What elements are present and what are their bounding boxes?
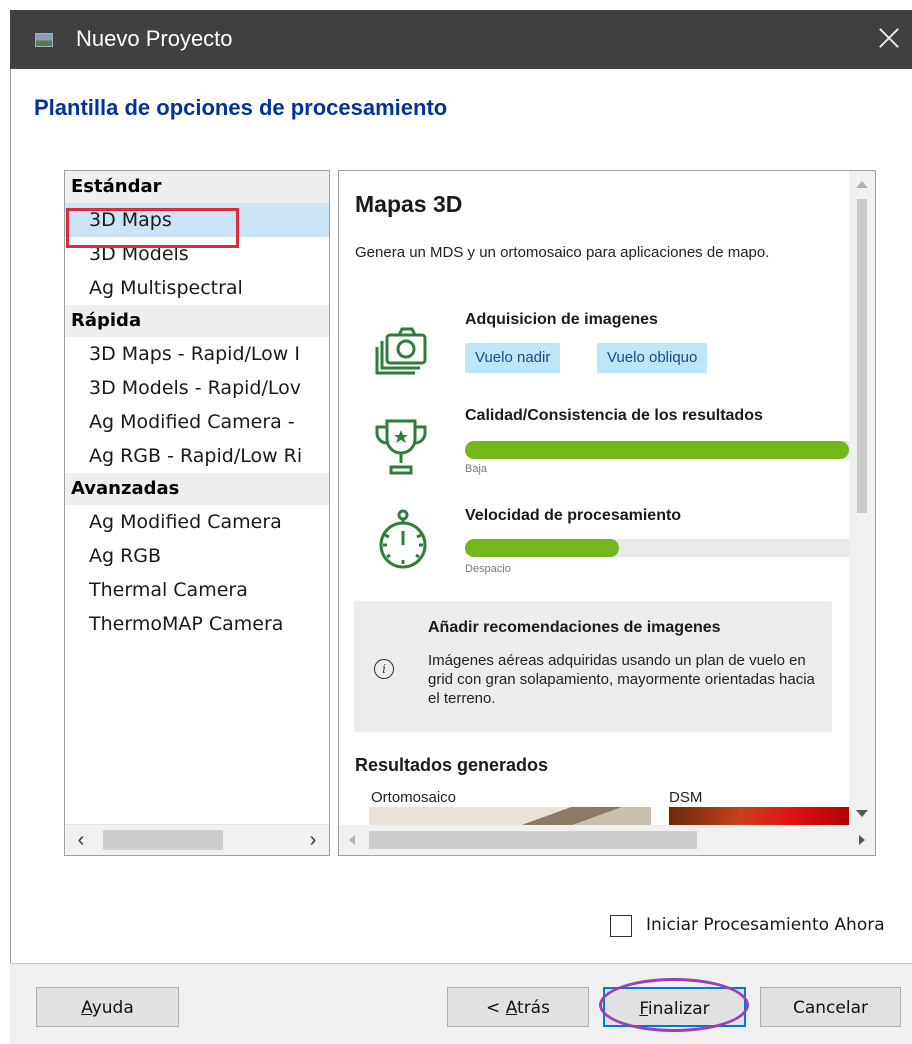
speed-bar-fill	[465, 539, 619, 557]
cancel-button[interactable]: Cancelar	[760, 987, 901, 1027]
camera-stack-icon	[375, 327, 427, 375]
template-list[interactable]: Estándar 3D Maps 3D Models Ag Multispect…	[64, 170, 330, 856]
tag-nadir-flight: Vuelo nadir	[465, 343, 561, 373]
list-item-thermal-camera[interactable]: Thermal Camera	[65, 573, 329, 607]
scrollbar-thumb[interactable]	[103, 830, 223, 850]
quality-caption: Baja	[465, 463, 488, 475]
finish-highlight-ring	[599, 978, 749, 1032]
scroll-right-icon[interactable]	[859, 835, 865, 845]
list-item-ag-modified-camera-rapid[interactable]: Ag Modified Camera -	[65, 405, 329, 439]
window-title: Nuevo Proyecto	[76, 26, 233, 51]
detail-title: Mapas 3D	[355, 191, 463, 217]
results-title: Resultados generados	[355, 755, 549, 775]
scroll-up-icon[interactable]	[856, 181, 868, 188]
list-item-ag-multispectral[interactable]: Ag Multispectral	[65, 271, 329, 305]
list-group-header: Avanzadas	[65, 473, 329, 505]
scroll-left-icon[interactable]: ‹	[71, 829, 91, 852]
quality-bar-fill	[465, 441, 849, 459]
detail-horizontal-scrollbar[interactable]	[339, 825, 875, 855]
quality-label: Calidad/Consistencia de los resultados	[465, 407, 763, 424]
title-bar: Nuevo Proyecto	[10, 10, 912, 69]
scrollbar-thumb[interactable]	[857, 199, 867, 513]
template-detail-panel: Mapas 3D Genera un MDS y un ortomosaico …	[338, 170, 876, 856]
dsm-thumbnail	[669, 807, 849, 827]
list-horizontal-scrollbar[interactable]: ‹ ›	[65, 824, 329, 855]
list-item-3d-maps-rapid[interactable]: 3D Maps - Rapid/Low I	[65, 337, 329, 371]
app-icon	[35, 33, 53, 47]
recommendation-text: Imágenes aéreas adquiridas usando un pla…	[428, 652, 815, 707]
result-label-orthomosaic: Ortomosaico	[371, 789, 457, 806]
list-group-header: Rápida	[65, 305, 329, 337]
list-item-3d-models-rapid[interactable]: 3D Models - Rapid/Lov	[65, 371, 329, 405]
speed-caption: Despacio	[465, 563, 511, 575]
recommendation-title: Añadir recomendaciones de imagenes	[428, 619, 721, 636]
page-title: Plantilla de opciones de procesamiento	[34, 95, 448, 120]
help-button[interactable]: Ayuda	[36, 987, 179, 1027]
tag-oblique-flight: Vuelo obliquo	[597, 343, 708, 373]
start-now-label[interactable]: Iniciar Procesamiento Ahora	[646, 915, 885, 935]
back-button[interactable]: < Atrás	[447, 987, 589, 1027]
orthomosaic-thumbnail	[369, 807, 651, 827]
detail-vertical-scrollbar[interactable]	[849, 171, 875, 825]
list-item-ag-rgb-rapid[interactable]: Ag RGB - Rapid/Low Ri	[65, 439, 329, 473]
list-item-ag-rgb[interactable]: Ag RGB	[65, 539, 329, 573]
quality-bar	[465, 441, 849, 459]
speed-bar	[465, 539, 849, 557]
list-group-header: Estándar	[65, 171, 329, 203]
speed-label: Velocidad de procesamiento	[465, 507, 682, 524]
acquisition-label: Adquisicion de imagenes	[465, 311, 658, 328]
start-now-checkbox[interactable]	[610, 915, 632, 937]
scrollbar-thumb[interactable]	[369, 831, 697, 849]
stopwatch-icon	[379, 509, 427, 569]
selection-highlight-box	[66, 208, 239, 248]
scroll-left-icon[interactable]	[349, 835, 355, 845]
info-icon: i	[374, 659, 394, 679]
result-label-dsm: DSM	[669, 789, 703, 806]
scroll-right-icon[interactable]: ›	[303, 829, 323, 852]
scroll-down-icon[interactable]	[856, 810, 868, 817]
recommendation-box: i Añadir recomendaciones de imagenes Imá…	[354, 601, 832, 732]
window-border	[10, 69, 11, 1044]
list-item-ag-modified-camera[interactable]: Ag Modified Camera	[65, 505, 329, 539]
trophy-icon	[375, 419, 427, 475]
detail-description: Genera un MDS y un ortomosaico para apli…	[355, 244, 770, 261]
close-icon[interactable]	[872, 21, 906, 55]
list-item-thermomap-camera[interactable]: ThermoMAP Camera	[65, 607, 329, 641]
